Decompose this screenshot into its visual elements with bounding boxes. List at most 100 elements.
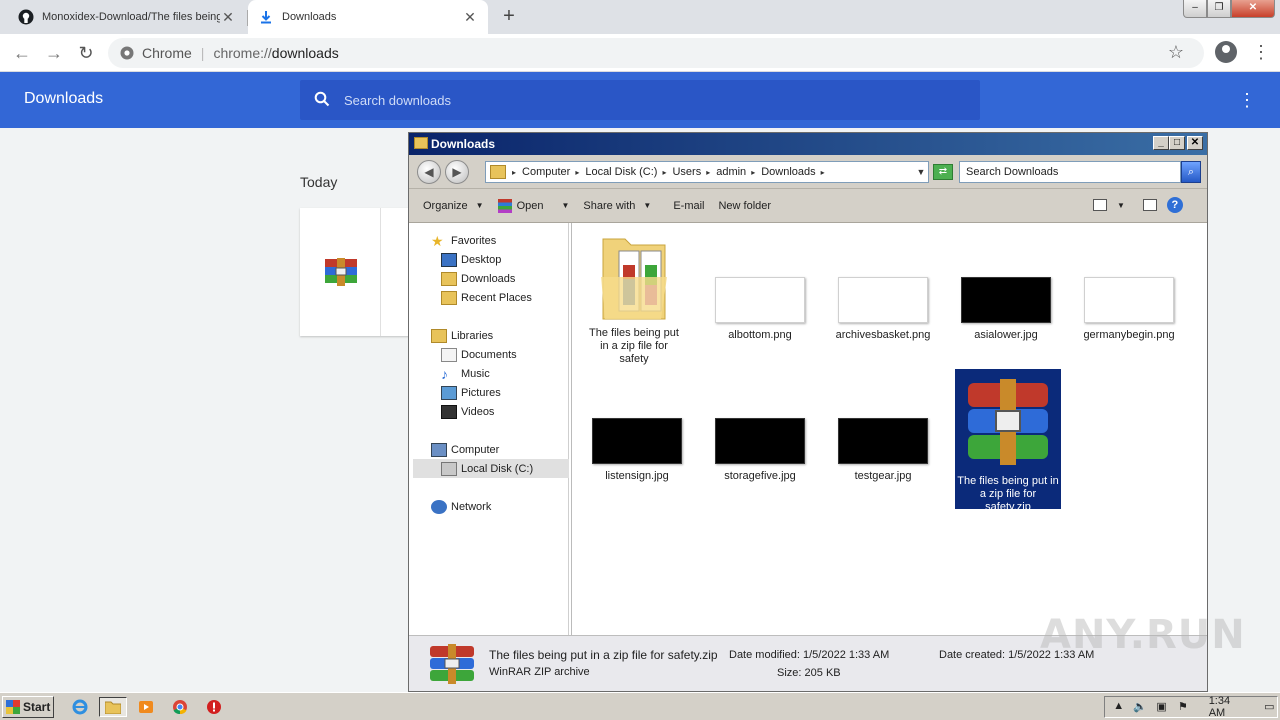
desktop-icon xyxy=(441,252,457,267)
tab-title: Downloads xyxy=(282,11,337,23)
stop-icon[interactable] xyxy=(202,697,226,717)
breadcrumb-downloads[interactable]: Downloads ▸ xyxy=(761,166,824,178)
omnibox-url: chrome://downloads xyxy=(213,45,338,61)
maximize-button[interactable]: □ xyxy=(1169,136,1185,150)
nav-favorites[interactable]: ★ Favorites xyxy=(413,231,569,250)
file-item[interactable]: testgear.jpg xyxy=(833,418,933,483)
restore-button[interactable]: ❐ xyxy=(1207,0,1231,18)
tab-github[interactable]: Monoxidex-Download/The files being put i… xyxy=(8,0,248,34)
nav-documents[interactable]: Documents xyxy=(413,345,569,364)
nav-downloads[interactable]: Downloads xyxy=(413,269,569,288)
file-item[interactable]: germanybegin.png xyxy=(1079,277,1179,342)
winrar-icon xyxy=(430,644,474,684)
address-bar[interactable]: Chrome | chrome://downloads ☆ xyxy=(108,38,1204,68)
downloads-search[interactable] xyxy=(300,80,980,120)
nav-computer[interactable]: Computer xyxy=(413,440,569,459)
ie-icon[interactable] xyxy=(68,697,92,717)
chevron-down-icon: ▼ xyxy=(475,201,484,210)
new-tab-button[interactable]: + xyxy=(498,6,520,28)
nav-videos[interactable]: Videos xyxy=(413,402,569,421)
omnibox-divider: | xyxy=(200,45,205,61)
chevron-down-icon[interactable]: ▼ xyxy=(914,167,928,177)
media-player-icon[interactable] xyxy=(134,697,158,717)
breadcrumb-arrow[interactable]: ▸ xyxy=(512,168,516,177)
nav-local-disk[interactable]: Local Disk (C:) xyxy=(413,459,569,478)
command-bar: Organize ▼ Open ▼ Share with ▼ E-mail New f… xyxy=(409,189,1207,223)
card-divider xyxy=(380,208,381,336)
nav-music[interactable]: ♪ Music xyxy=(413,364,569,383)
download-icon xyxy=(258,9,274,25)
chrome-menu-icon[interactable]: ⋮ xyxy=(1252,41,1270,63)
explorer-search[interactable] xyxy=(959,161,1181,183)
nav-network[interactable]: Network xyxy=(413,497,569,516)
file-name: germanybegin.png xyxy=(1083,329,1175,341)
file-item[interactable]: albottom.png xyxy=(710,277,810,342)
show-desktop-icon[interactable]: ▭ xyxy=(1262,700,1277,714)
forward-icon[interactable]: → xyxy=(42,41,66,65)
file-item[interactable]: storagefive.jpg xyxy=(710,418,810,483)
file-item[interactable]: listensign.jpg xyxy=(587,418,687,483)
profile-avatar-icon[interactable] xyxy=(1215,41,1237,63)
email-button[interactable]: E-mail xyxy=(673,200,704,212)
reload-icon[interactable]: ↻ xyxy=(74,41,98,65)
selected-file-type: WinRAR ZIP archive xyxy=(489,666,590,678)
help-icon[interactable]: ? xyxy=(1166,197,1183,213)
start-button[interactable]: Start xyxy=(2,696,54,718)
close-window-button[interactable]: ✕ xyxy=(1231,0,1275,18)
share-with-button[interactable]: Share with ▼ xyxy=(583,200,651,212)
folder-item[interactable]: The files being put in a zip file for sa… xyxy=(584,229,684,366)
breadcrumb[interactable]: ▸ Computer ▸ Local Disk (C:) ▸ Users ▸ admi… xyxy=(485,161,929,183)
file-name: The files being put in a zip file for sa… xyxy=(589,327,679,365)
nav-libraries[interactable]: Libraries xyxy=(413,326,569,345)
back-icon[interactable]: ← xyxy=(10,41,34,65)
forward-icon[interactable]: ▶ xyxy=(445,160,469,184)
close-icon[interactable]: ✕ xyxy=(462,9,478,26)
preview-pane-icon[interactable] xyxy=(1142,199,1157,211)
open-button[interactable]: Open ▼ xyxy=(497,198,570,213)
show-hidden-icons-icon[interactable]: ▲ xyxy=(1111,700,1126,714)
file-item[interactable]: asialower.jpg xyxy=(956,277,1056,342)
close-icon[interactable]: ✕ xyxy=(220,9,236,26)
bookmark-star-icon[interactable]: ☆ xyxy=(1168,42,1184,63)
file-item-selected[interactable]: The files being put in a zip file for sa… xyxy=(955,369,1061,513)
url-path: downloads xyxy=(271,45,339,61)
breadcrumb-users[interactable]: Users ▸ xyxy=(672,166,710,178)
pictures-icon xyxy=(441,385,457,400)
search-input[interactable] xyxy=(344,92,944,108)
image-thumbnail xyxy=(715,418,805,464)
search-input[interactable] xyxy=(960,162,1160,182)
network-icon[interactable]: ▣ xyxy=(1154,700,1169,714)
breadcrumb-admin[interactable]: admin ▸ xyxy=(716,166,755,178)
new-folder-button[interactable]: New folder xyxy=(718,200,771,212)
minimize-button[interactable]: _ xyxy=(1153,136,1169,150)
organize-button[interactable]: Organize ▼ xyxy=(423,200,484,212)
back-icon[interactable]: ◀ xyxy=(417,160,441,184)
chevron-down-icon: ▼ xyxy=(643,201,652,210)
documents-icon xyxy=(441,347,457,362)
action-center-flag-icon[interactable]: ⚑ xyxy=(1175,700,1190,714)
tab-downloads[interactable]: Downloads ✕ xyxy=(248,0,488,34)
chevron-down-icon: ▼ xyxy=(561,201,570,210)
explorer-taskbar-icon[interactable] xyxy=(99,697,127,717)
volume-icon[interactable]: 🔈 xyxy=(1132,700,1147,714)
close-button[interactable]: ✕ xyxy=(1187,136,1203,150)
nav-desktop[interactable]: Desktop xyxy=(413,250,569,269)
change-view-icon[interactable] xyxy=(1093,199,1107,211)
more-options-icon[interactable]: ⋮ xyxy=(1238,90,1256,110)
breadcrumb-computer[interactable]: Computer ▸ xyxy=(522,166,579,178)
nav-pictures[interactable]: Pictures xyxy=(413,383,569,402)
search-icon[interactable]: ⌕ xyxy=(1181,161,1201,183)
recent-places-icon xyxy=(441,290,457,305)
view-controls: ▼ ? xyxy=(1093,197,1183,213)
chrome-icon[interactable] xyxy=(168,697,192,717)
chevron-down-icon[interactable]: ▼ xyxy=(1117,201,1125,210)
minimize-button[interactable]: – xyxy=(1183,0,1207,18)
breadcrumb-local-disk[interactable]: Local Disk (C:) ▸ xyxy=(585,166,666,178)
nav-recent-places[interactable]: Recent Places xyxy=(413,288,569,307)
selected-file-name: The files being put in a zip file for sa… xyxy=(489,648,718,662)
file-item[interactable]: archivesbasket.png xyxy=(833,277,933,342)
refresh-icon[interactable]: ⇄ xyxy=(933,164,953,180)
clock: 1:34 AM xyxy=(1208,695,1231,719)
downloads-header: Downloads ⋮ xyxy=(0,72,1280,128)
explorer-titlebar[interactable]: Downloads _ □ ✕ xyxy=(409,133,1207,155)
